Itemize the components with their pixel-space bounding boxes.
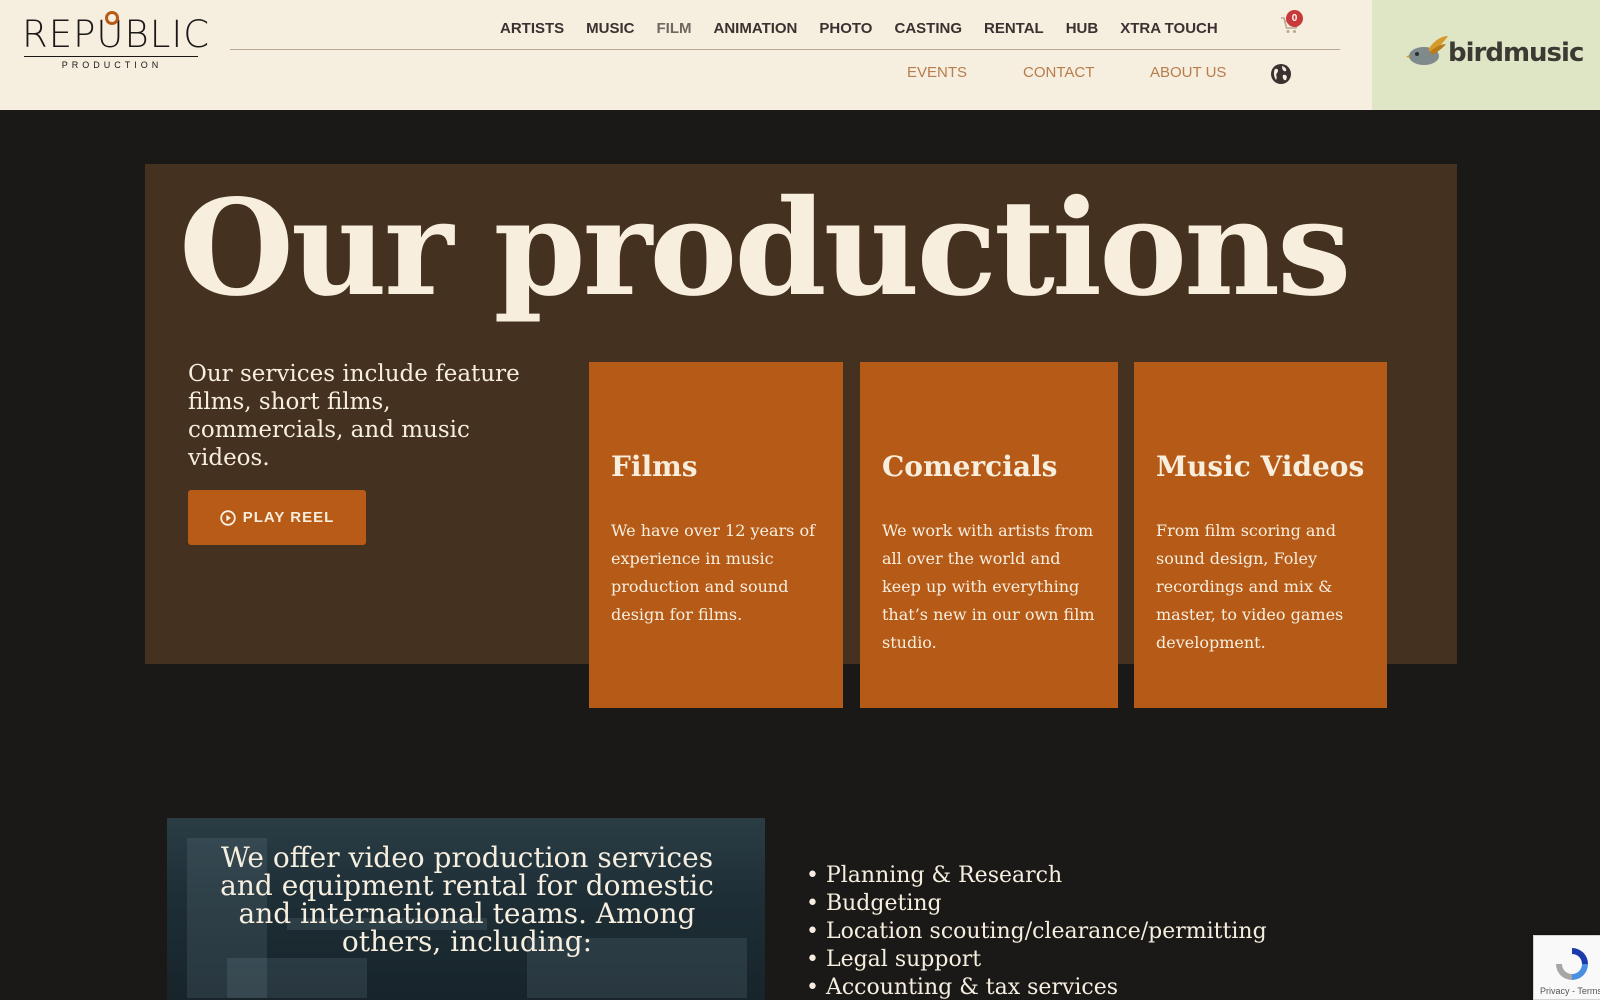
list-item: • Accounting & tax services [806,975,1119,1000]
card-text: We have over 12 years of experience in m… [611,521,815,624]
main-nav: ARTISTS MUSIC FILM ANIMATION PHOTO CASTI… [500,18,1240,40]
birdmusic-wordmark: birdmusic [1448,38,1584,68]
republic-logo[interactable]: REPUBLIC PRODUCTION [22,10,209,72]
offer-text: We offer video production services and e… [220,841,714,958]
birdmusic-logo: birdmusic [1406,34,1584,74]
services-list: • Planning & Research • Budgeting • Loca… [806,862,1267,1000]
nav-events[interactable]: EVENTS [907,62,967,84]
list-item: • Planning & Research [806,863,1063,888]
nav-rental[interactable]: RENTAL [984,18,1044,40]
bird-icon [1406,36,1448,65]
hero-description: Our services include feature films, shor… [188,361,520,471]
logo-subtitle: PRODUCTION [61,60,163,70]
site-header: REPUBLIC PRODUCTION ARTISTS MUSIC FILM A… [0,0,1600,110]
nav-artists[interactable]: ARTISTS [500,18,564,40]
card-commercials: Comercials We work with artists from all… [860,362,1118,708]
logo-divider [24,56,198,57]
play-reel-button[interactable]: PLAY REEL [188,490,366,545]
card-title: Films [611,450,698,483]
recaptcha-badge[interactable]: Privacy - Terms [1533,935,1600,1000]
list-item: • Legal support [806,947,982,972]
card-title: Music Videos [1156,450,1365,483]
play-circle-icon [220,509,236,526]
card-films: Films We have over 12 years of experienc… [589,362,843,708]
card-music-videos: Music Videos From film scoring and sound… [1134,362,1387,708]
nav-film[interactable]: FILM [657,18,692,40]
cart-count-badge: 0 [1286,10,1303,27]
nav-contact[interactable]: CONTACT [1023,62,1094,84]
nav-casting[interactable]: CASTING [894,18,962,40]
nav-hub[interactable]: HUB [1066,18,1099,40]
nav-animation[interactable]: ANIMATION [714,18,798,40]
logo-dot-icon [105,11,119,25]
recaptcha-icon [1556,948,1588,980]
globe-icon[interactable] [1270,63,1292,85]
recaptcha-links[interactable]: Privacy - Terms [1540,986,1600,996]
nav-photo[interactable]: PHOTO [819,18,872,40]
list-item: • Location scouting/clearance/permitting [806,919,1267,944]
play-reel-label: PLAY REEL [242,509,335,526]
nav-divider [230,49,1340,50]
card-text: We work with artists from all over the w… [882,521,1095,652]
nav-xtra-touch[interactable]: XTRA TOUCH [1120,18,1218,40]
card-text: From film scoring and sound design, Fole… [1156,521,1344,652]
card-title: Comercials [882,450,1058,483]
studio-background-image: We offer video production services and e… [167,818,765,1000]
page-title: Our productions [179,171,1351,326]
nav-music[interactable]: MUSIC [586,18,634,40]
birdmusic-banner[interactable]: birdmusic [1372,0,1600,110]
nav-about-us[interactable]: ABOUT US [1150,62,1226,84]
list-item: • Budgeting [806,891,942,916]
